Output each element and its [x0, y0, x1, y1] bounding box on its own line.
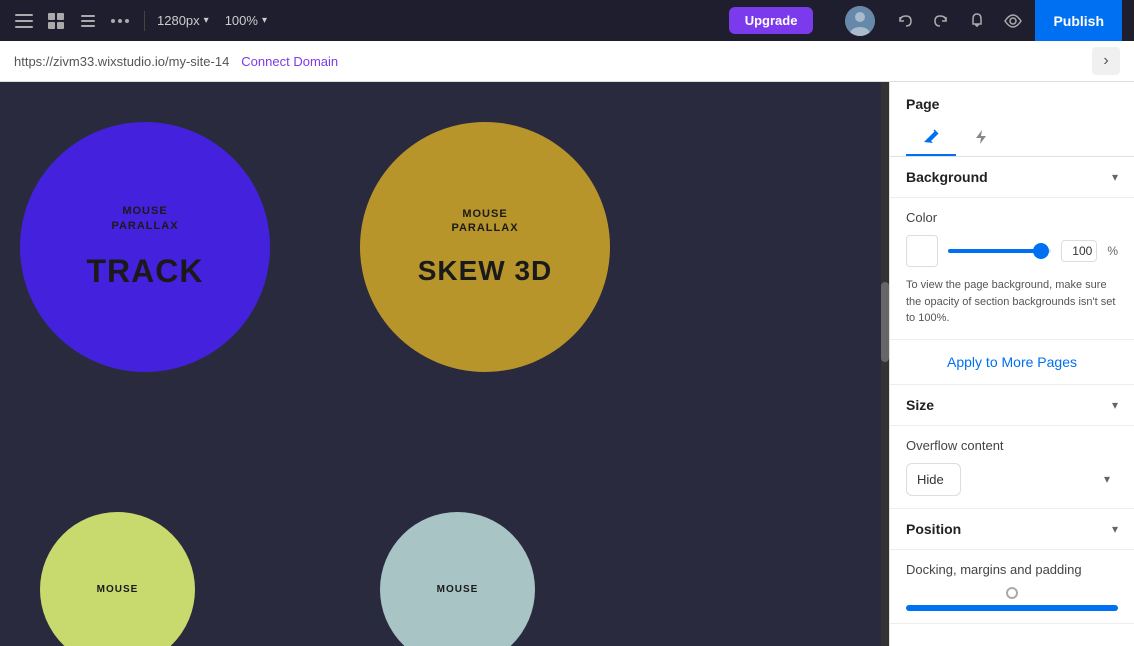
circle-teal-label: MOUSE	[437, 584, 479, 595]
overflow-label: Overflow content	[906, 438, 1118, 453]
connect-domain-link[interactable]: Connect Domain	[241, 54, 338, 69]
size-title: Size	[906, 397, 934, 413]
position-section-content: Docking, margins and padding	[890, 550, 1134, 624]
collapse-panel-button[interactable]: ›	[1092, 47, 1120, 75]
color-label: Color	[906, 210, 1118, 225]
tab-lightning[interactable]	[956, 120, 1006, 156]
redo-button[interactable]	[927, 7, 955, 35]
background-section-header[interactable]: Background ▾	[890, 157, 1134, 198]
chevron-down-icon: ▾	[262, 15, 267, 26]
opacity-input[interactable]	[1061, 240, 1097, 262]
opacity-unit: %	[1107, 244, 1118, 258]
color-swatch[interactable]	[906, 235, 938, 267]
position-chevron: ▾	[1112, 522, 1118, 536]
background-title: Background	[906, 169, 988, 185]
circle-green-label: MOUSE	[97, 584, 139, 595]
notification-icon[interactable]	[963, 7, 991, 35]
background-section-content: Color % To view the page background, mak…	[890, 198, 1134, 340]
circle-blue: MOUSEPARALLAX TRACK	[20, 122, 270, 372]
side-panel: Page Background ▾ Color	[889, 82, 1134, 646]
layers-icon[interactable]	[76, 9, 100, 33]
topbar: 1280px ▾ 100% ▾ Upgrade	[0, 0, 1134, 41]
scrollbar-thumb[interactable]	[881, 282, 889, 362]
circle-green: MOUSE	[40, 512, 195, 646]
slider-track	[948, 249, 1051, 253]
position-title: Position	[906, 521, 961, 537]
upgrade-button[interactable]: Upgrade	[729, 7, 814, 34]
size-section-content: Overflow content Hide Show	[890, 426, 1134, 509]
panel-title: Page	[890, 82, 1134, 120]
divider-1	[144, 11, 145, 31]
opacity-slider[interactable]	[948, 241, 1051, 261]
preview-icon[interactable]	[999, 7, 1027, 35]
more-icon[interactable]	[108, 9, 132, 33]
site-url: https://zivm33.wixstudio.io/my-site-14	[14, 54, 229, 69]
size-chevron: ▾	[1112, 398, 1118, 412]
main-area: MOUSEPARALLAX TRACK MOUSEPARALLAX SKEW 3…	[0, 82, 1134, 646]
addressbar: https://zivm33.wixstudio.io/my-site-14 C…	[0, 41, 1134, 82]
circle-yellow-main: SKEW 3D	[418, 255, 553, 287]
slider-thumb[interactable]	[1033, 243, 1049, 259]
docking-label: Docking, margins and padding	[906, 562, 1118, 577]
zoom-selector[interactable]: 100% ▾	[225, 13, 267, 28]
canvas[interactable]: MOUSEPARALLAX TRACK MOUSEPARALLAX SKEW 3…	[0, 82, 889, 646]
chevron-down-icon: ▾	[204, 15, 209, 26]
zoom-value: 100%	[225, 13, 258, 28]
tab-design[interactable]	[906, 120, 956, 156]
blue-bar	[906, 605, 1118, 611]
position-section-header[interactable]: Position ▾	[890, 509, 1134, 550]
avatar[interactable]	[845, 6, 875, 36]
overflow-select[interactable]: Hide Show	[906, 463, 961, 496]
resolution-value: 1280px	[157, 13, 200, 28]
slider-fill	[948, 249, 1041, 253]
overflow-select-wrapper: Hide Show	[906, 463, 1118, 496]
menu-icon[interactable]	[12, 9, 36, 33]
pages-icon[interactable]	[44, 9, 68, 33]
scrollbar-track	[881, 82, 889, 646]
background-chevron: ▾	[1112, 170, 1118, 184]
radio-dot[interactable]	[1006, 587, 1018, 599]
size-section-header[interactable]: Size ▾	[890, 385, 1134, 426]
circle-yellow-label: MOUSEPARALLAX	[451, 207, 518, 236]
color-row: %	[906, 235, 1118, 267]
circle-yellow: MOUSEPARALLAX SKEW 3D	[360, 122, 610, 372]
panel-tabs	[890, 120, 1134, 157]
docking-radio[interactable]	[906, 587, 1118, 599]
undo-button[interactable]	[891, 7, 919, 35]
resolution-selector[interactable]: 1280px ▾	[157, 13, 209, 28]
circle-blue-main: TRACK	[87, 253, 204, 290]
publish-button[interactable]: Publish	[1035, 0, 1122, 41]
circle-teal: MOUSE	[380, 512, 535, 646]
apply-to-more-pages-link[interactable]: Apply to More Pages	[890, 340, 1134, 385]
bg-note: To view the page background, make sure t…	[906, 277, 1118, 327]
circle-blue-label: MOUSEPARALLAX	[111, 204, 178, 233]
